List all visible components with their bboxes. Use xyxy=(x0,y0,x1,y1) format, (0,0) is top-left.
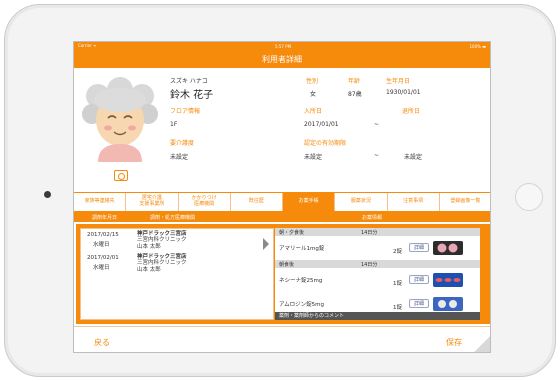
cert-separator: ~ xyxy=(374,152,380,159)
institution-block: 神戸ドラック三宮店 三宮内科クリニック 山本 太郎 xyxy=(137,254,187,273)
name-kana: スズキ ハナコ xyxy=(170,78,208,85)
detail-button[interactable]: 詳細 xyxy=(409,275,429,284)
medicine-qty: 2錠 xyxy=(393,249,402,255)
clinic-name: 三宮内科クリニック xyxy=(137,260,187,267)
tab-medicine-notebook[interactable]: お薬手帳 xyxy=(283,193,336,211)
tab-care-support-office[interactable]: 居宅介護 支援事業所 xyxy=(126,193,179,211)
page-curl-icon xyxy=(472,334,490,352)
dispense-date: 2017/02/01 xyxy=(87,255,119,261)
tab-family-doctor[interactable]: かかりつけ 医療機関 xyxy=(178,193,231,211)
medicine-group-header: 朝・夕食後 14日分 xyxy=(275,228,480,236)
save-button[interactable]: 保存 xyxy=(446,337,462,348)
detail-button[interactable]: 詳細 xyxy=(409,243,429,252)
medicine-row: ネシーナ錠25mg 1錠 詳細 xyxy=(275,268,480,292)
medicine-name: アマリール1mg錠 xyxy=(279,246,325,252)
tab-bar: 家族等連絡先 居宅介護 支援事業所 かかりつけ 医療機関 既往歴 お薬手帳 服薬… xyxy=(74,192,490,212)
cert-expiry-label: 認定の有効期限 xyxy=(304,140,347,147)
pill-photo xyxy=(433,297,463,311)
content-panel: 2017/02/15 水曜日 神戸ドラック三宮店 三宮内科クリニック 山本 太郎… xyxy=(76,224,490,324)
floor-label: フロア情報 xyxy=(170,108,201,115)
care-level-label: 要介護度 xyxy=(170,140,195,147)
patient-name: 鈴木 花子 xyxy=(170,90,214,101)
doctor-name: 山本 太郎 xyxy=(137,243,161,250)
timing-label: 朝食後 xyxy=(279,262,295,268)
tab-precautions[interactable]: 注意事項 xyxy=(387,193,440,211)
admission-separator: ~ xyxy=(374,121,380,128)
list-header: 調剤年月日 調剤・処方医療機関 お薬情報 xyxy=(74,212,490,222)
medicine-qty: 1錠 xyxy=(393,281,402,287)
clinic-name: 三宮内科クリニック xyxy=(137,237,187,244)
front-camera xyxy=(44,191,51,198)
header-medicine-info: お薬情報 xyxy=(362,215,383,221)
cert-to-value: 未設定 xyxy=(404,154,423,161)
tab-family-contacts[interactable]: 家族等連絡先 xyxy=(74,193,127,211)
home-button[interactable] xyxy=(515,183,543,211)
app-screen: Carrier ᯤ 5:57 PM 100% ▬ 利用者詳細 スズキ ハナコ 鈴… xyxy=(73,41,491,353)
gender-value: 女 xyxy=(310,91,317,98)
cert-from-value: 未設定 xyxy=(304,154,323,161)
detail-button[interactable]: 詳細 xyxy=(409,299,429,308)
dispense-weekday: 水曜日 xyxy=(93,265,110,271)
camera-icon[interactable] xyxy=(114,170,128,181)
footer-bar: 戻る 保存 xyxy=(74,326,490,352)
floor-value: 1F xyxy=(170,121,178,128)
dob-label: 生年月日 xyxy=(386,78,411,85)
list-item[interactable]: 2017/02/01 水曜日 神戸ドラック三宮店 三宮内科クリニック 山本 太郎 xyxy=(81,252,273,275)
dob-value: 1930/01/01 xyxy=(386,89,421,96)
care-level-value: 未設定 xyxy=(170,154,189,161)
dispense-list: 2017/02/15 水曜日 神戸ドラック三宮店 三宮内科クリニック 山本 太郎… xyxy=(80,228,274,320)
gender-label: 性別 xyxy=(306,78,319,85)
age-value: 87歳 xyxy=(348,91,362,98)
medicine-name: ネシーナ錠25mg xyxy=(279,278,323,284)
clock-text: 5:57 PM xyxy=(274,43,292,49)
selected-arrow-icon xyxy=(263,238,269,250)
pill-photo xyxy=(433,273,463,287)
header-dispense-date: 調剤年月日 xyxy=(92,215,118,221)
carrier-text: Carrier ᯤ xyxy=(78,43,97,48)
medicine-row: アマリール1mg錠 2錠 詳細 xyxy=(275,236,480,260)
elderly-woman-avatar xyxy=(82,77,158,162)
header-institution: 調剤・処方医療機関 xyxy=(150,215,196,221)
admission-value: 2017/01/01 xyxy=(304,121,339,128)
dispense-date: 2017/02/15 xyxy=(87,232,119,238)
timing-label: 朝・夕食後 xyxy=(279,230,305,236)
battery-text: 100% ▬ xyxy=(469,43,486,49)
medicine-info-panel: 朝・夕食後 14日分 アマリール1mg錠 2錠 詳細 朝食後 14日分 ネシーナ… xyxy=(275,228,480,320)
dispense-weekday: 水曜日 xyxy=(93,242,110,248)
discharge-label: 退所日 xyxy=(402,108,421,115)
medicine-group-header: 朝食後 14日分 xyxy=(275,260,480,268)
days-label: 14日分 xyxy=(361,262,378,268)
page-title: 利用者詳細 xyxy=(74,50,490,68)
admission-label: 入所日 xyxy=(304,108,323,115)
list-item[interactable]: 2017/02/15 水曜日 神戸ドラック三宮店 三宮内科クリニック 山本 太郎 xyxy=(81,229,273,252)
medicine-name: アムロジン錠5mg xyxy=(279,302,324,308)
profile-section: スズキ ハナコ 鈴木 花子 性別 女 年齢 87歳 生年月日 1930/01/0… xyxy=(74,68,490,192)
doctor-name: 山本 太郎 xyxy=(137,266,161,273)
medicine-qty: 1錠 xyxy=(393,305,402,311)
tab-medication-status[interactable]: 服薬状況 xyxy=(335,193,388,211)
age-label: 年齢 xyxy=(348,78,361,85)
ipad-frame: Carrier ᯤ 5:57 PM 100% ▬ 利用者詳細 スズキ ハナコ 鈴… xyxy=(4,4,556,377)
pill-photo xyxy=(433,241,463,255)
institution-block: 神戸ドラック三宮店 三宮内科クリニック 山本 太郎 xyxy=(137,231,187,250)
tab-image-list[interactable]: 登録画像一覧 xyxy=(439,193,490,211)
back-button[interactable]: 戻る xyxy=(94,337,110,348)
status-bar: Carrier ᯤ 5:57 PM 100% ▬ xyxy=(74,42,490,50)
tab-medical-history[interactable]: 既往歴 xyxy=(230,193,283,211)
pharmacist-comment-bar[interactable]: 薬剤・薬剤師からのコメント xyxy=(275,312,480,320)
days-label: 14日分 xyxy=(361,230,378,236)
